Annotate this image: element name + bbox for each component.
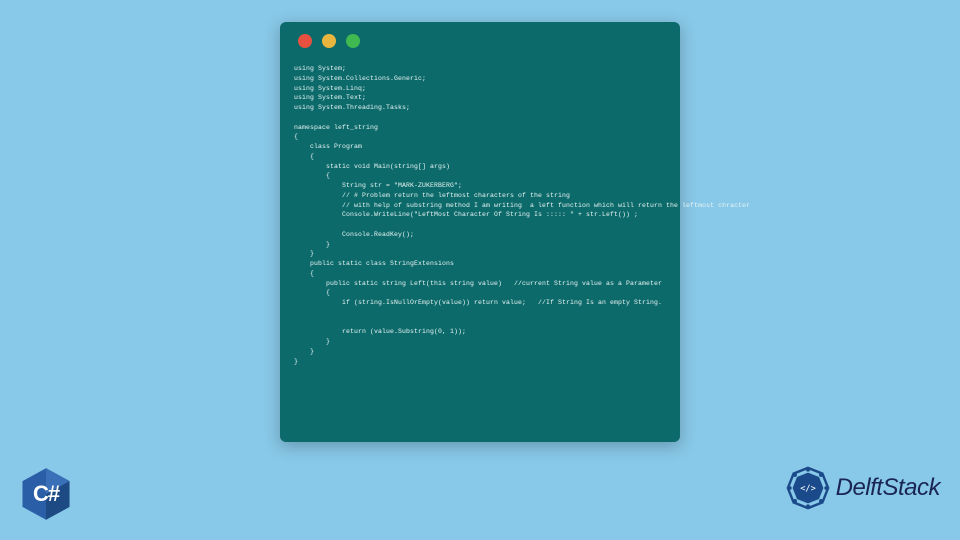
- close-icon: [298, 34, 312, 48]
- window-controls: [298, 34, 666, 48]
- csharp-logo: C#: [18, 466, 74, 522]
- delftstack-logo: </> DelftStack: [784, 464, 940, 512]
- code-content: using System; using System.Collections.G…: [294, 64, 666, 366]
- svg-text:</>: </>: [800, 484, 816, 494]
- minimize-icon: [322, 34, 336, 48]
- code-window: using System; using System.Collections.G…: [280, 22, 680, 442]
- maximize-icon: [346, 34, 360, 48]
- csharp-label: C#: [33, 481, 59, 507]
- delftstack-icon: </>: [784, 464, 832, 512]
- delftstack-label: DelftStack: [836, 474, 940, 502]
